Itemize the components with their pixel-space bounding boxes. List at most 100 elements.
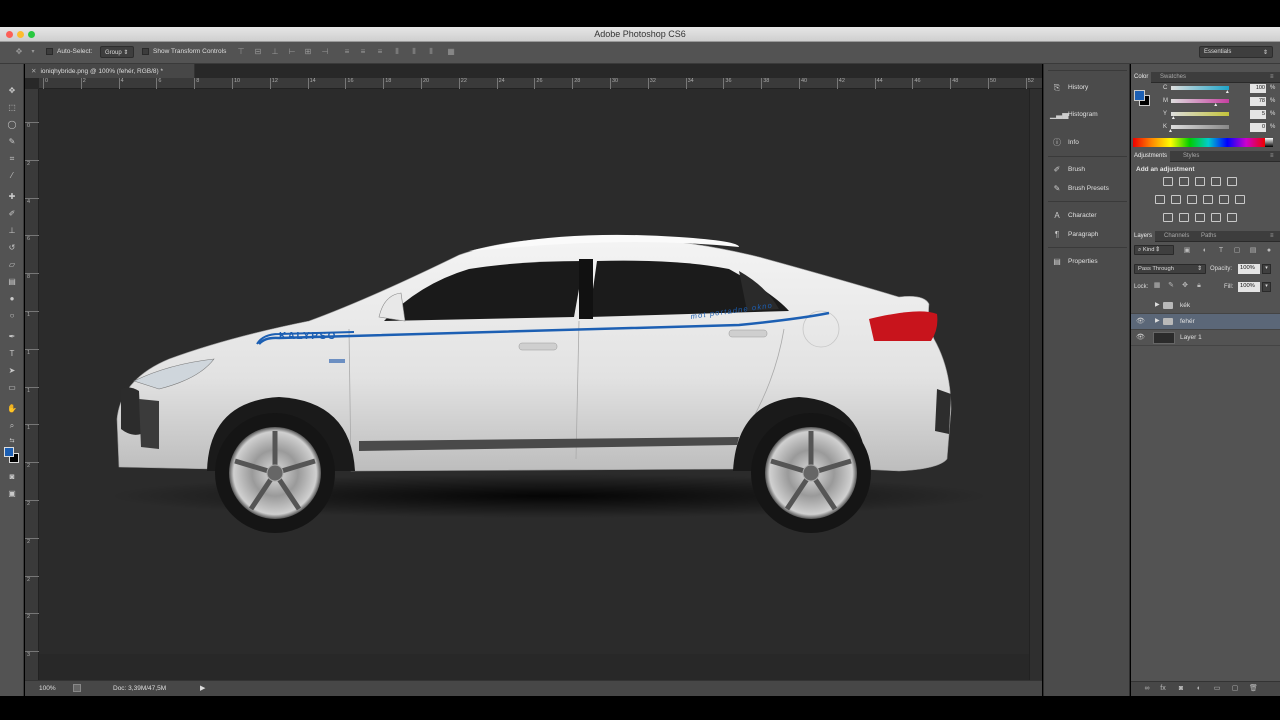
close-document-icon[interactable]: ✕ bbox=[31, 68, 36, 75]
auto-select-checkbox[interactable] bbox=[46, 48, 53, 55]
layer-style-icon[interactable]: fx bbox=[1159, 685, 1167, 693]
slider-track[interactable] bbox=[1171, 125, 1229, 129]
slider-value[interactable]: 5 bbox=[1250, 110, 1266, 119]
threshold-icon[interactable] bbox=[1195, 213, 1205, 222]
cmyk-slider-row[interactable]: M ▲ 78% bbox=[1163, 97, 1278, 108]
align-left-icon[interactable]: ⊢ bbox=[287, 47, 297, 57]
black-white-ramp[interactable] bbox=[1265, 138, 1273, 147]
slider-track[interactable] bbox=[1171, 86, 1229, 90]
filter-shape-icon[interactable]: ▢ bbox=[1233, 247, 1241, 255]
vibrance-icon[interactable] bbox=[1227, 177, 1237, 186]
color-lookup-icon[interactable] bbox=[1235, 195, 1245, 204]
tab-swatches[interactable]: Swatches bbox=[1160, 74, 1186, 80]
color-balance-icon[interactable] bbox=[1171, 195, 1181, 204]
cmyk-slider-row[interactable]: Y ▲ 5% bbox=[1163, 110, 1278, 121]
tab-color[interactable]: Color bbox=[1131, 72, 1152, 83]
new-layer-icon[interactable]: ▢ bbox=[1231, 685, 1239, 693]
lock-image-icon[interactable]: ✎ bbox=[1167, 282, 1175, 290]
tab-adjustments[interactable]: Adjustments bbox=[1131, 151, 1171, 162]
lock-position-icon[interactable]: ✥ bbox=[1181, 282, 1189, 290]
slider-track[interactable] bbox=[1171, 99, 1229, 103]
link-layers-icon[interactable]: ∞ bbox=[1143, 685, 1151, 693]
tool-preset-chevron-icon[interactable]: ▾ bbox=[28, 47, 38, 57]
slider-handle[interactable]: ▲ bbox=[1225, 89, 1230, 95]
lasso-tool-icon[interactable]: ◯ bbox=[4, 118, 20, 132]
tab-styles[interactable]: Styles bbox=[1183, 153, 1199, 159]
panel-menu-icon[interactable]: ≡ bbox=[1270, 233, 1274, 239]
exposure-icon[interactable] bbox=[1211, 177, 1221, 186]
align-vcenter-icon[interactable]: ⊟ bbox=[253, 47, 263, 57]
layer-group-row[interactable]: ▶ kék bbox=[1131, 298, 1280, 314]
tab-channels[interactable]: Channels bbox=[1164, 233, 1189, 239]
layer-filter-dropdown[interactable]: ⌕ Kind ⇕ bbox=[1134, 245, 1174, 255]
distribute-top-icon[interactable]: ≡ bbox=[342, 47, 352, 57]
brightness-contrast-icon[interactable] bbox=[1163, 177, 1173, 186]
dock-history[interactable]: ⎘ History bbox=[1050, 81, 1126, 95]
filter-pixel-icon[interactable]: ▣ bbox=[1183, 247, 1191, 255]
dock-brush[interactable]: ✐ Brush bbox=[1050, 163, 1126, 177]
fill-slider-toggle[interactable]: ▾ bbox=[1262, 282, 1271, 292]
distribute-right-icon[interactable]: ⦀ bbox=[426, 47, 436, 57]
panel-menu-icon[interactable]: ≡ bbox=[1270, 153, 1274, 159]
dock-character[interactable]: A Character bbox=[1050, 209, 1126, 223]
path-selection-tool-icon[interactable]: ➤ bbox=[4, 364, 20, 378]
slider-track[interactable] bbox=[1171, 112, 1229, 116]
screen-mode-icon[interactable]: ▣ bbox=[4, 487, 20, 501]
distribute-hcenter-icon[interactable]: ⦀ bbox=[409, 47, 419, 57]
lock-all-icon[interactable]: 🔒︎ bbox=[1195, 282, 1203, 290]
new-group-icon[interactable]: ▭ bbox=[1213, 685, 1221, 693]
color-panel-foreground-swatch[interactable] bbox=[1134, 90, 1145, 101]
vertical-ruler[interactable]: 0246811112222233 bbox=[25, 89, 39, 696]
document-status-icon[interactable] bbox=[73, 684, 81, 692]
align-bottom-icon[interactable]: ⊥ bbox=[270, 47, 280, 57]
layer-row[interactable]: 👁︎ Layer 1 bbox=[1131, 330, 1280, 346]
visibility-eye-icon[interactable]: 👁︎ bbox=[1136, 334, 1145, 341]
status-menu-arrow-icon[interactable]: ▶ bbox=[200, 684, 205, 692]
auto-select-dropdown[interactable]: Group ⇕ bbox=[100, 46, 134, 58]
slider-value[interactable]: 0 bbox=[1250, 123, 1266, 132]
posterize-icon[interactable] bbox=[1179, 213, 1189, 222]
hand-tool-icon[interactable]: ✋ bbox=[4, 402, 20, 416]
visibility-eye-icon[interactable]: 👁︎ bbox=[1136, 318, 1145, 325]
dock-info[interactable]: ⓘ Info bbox=[1050, 136, 1126, 150]
dock-paragraph[interactable]: ¶ Paragraph bbox=[1050, 228, 1126, 242]
show-transform-controls-checkbox[interactable] bbox=[142, 48, 149, 55]
dodge-tool-icon[interactable]: ○ bbox=[4, 309, 20, 323]
fill-value[interactable]: 100% bbox=[1238, 282, 1260, 292]
add-mask-icon[interactable]: ◙ bbox=[1177, 685, 1185, 693]
filter-type-icon[interactable]: T bbox=[1217, 247, 1225, 255]
foreground-color-swatch[interactable] bbox=[4, 447, 14, 457]
type-tool-icon[interactable]: T bbox=[4, 347, 20, 361]
layer-group-row[interactable]: 👁︎ ▶ fehér bbox=[1131, 314, 1280, 330]
history-brush-tool-icon[interactable]: ↺ bbox=[4, 241, 20, 255]
eyedropper-tool-icon[interactable]: ⁄ bbox=[4, 169, 20, 183]
expand-triangle-icon[interactable]: ▶ bbox=[1155, 317, 1160, 324]
brush-tool-icon[interactable]: ✐ bbox=[4, 207, 20, 221]
photo-filter-icon[interactable] bbox=[1203, 195, 1213, 204]
channel-mixer-icon[interactable] bbox=[1219, 195, 1229, 204]
horizontal-ruler[interactable]: 0 2 4 6 8 10 12 14 16 18 20 22 24 26 28 30 32 34 36 38 40 42 4… bbox=[39, 78, 1042, 89]
opacity-value[interactable]: 100% bbox=[1238, 264, 1260, 274]
distribute-bottom-icon[interactable]: ≡ bbox=[375, 47, 385, 57]
slider-value[interactable]: 78 bbox=[1250, 97, 1266, 106]
tab-paths[interactable]: Paths bbox=[1201, 233, 1216, 239]
curves-icon[interactable] bbox=[1195, 177, 1205, 186]
slider-handle[interactable]: ▲ bbox=[1213, 102, 1218, 108]
opacity-slider-toggle[interactable]: ▾ bbox=[1262, 264, 1271, 274]
zoom-level[interactable]: 100% bbox=[39, 685, 56, 692]
vertical-scrollbar[interactable] bbox=[1029, 89, 1042, 682]
new-adjustment-layer-icon[interactable]: ◐ bbox=[1195, 685, 1203, 693]
blur-tool-icon[interactable]: ● bbox=[4, 292, 20, 306]
lock-transparent-icon[interactable]: ▦ bbox=[1153, 282, 1161, 290]
move-tool-icon[interactable]: ✥ bbox=[14, 47, 24, 57]
filter-toggle-icon[interactable]: ● bbox=[1265, 247, 1273, 255]
cmyk-slider-row[interactable]: K ▲ 0% bbox=[1163, 123, 1278, 134]
color-spectrum-bar[interactable] bbox=[1133, 138, 1265, 147]
clone-stamp-tool-icon[interactable]: ⊥ bbox=[4, 224, 20, 238]
document-tab[interactable]: ✕ ioniqhybride.png @ 100% (fehér, RGB/8) … bbox=[25, 64, 195, 78]
slider-value[interactable]: 100 bbox=[1250, 84, 1266, 93]
expand-triangle-icon[interactable]: ▶ bbox=[1155, 301, 1160, 308]
shape-tool-icon[interactable]: ▭ bbox=[4, 381, 20, 395]
align-hcenter-icon[interactable]: ⊞ bbox=[303, 47, 313, 57]
workspace-switcher[interactable]: Essentials ⇕ bbox=[1199, 46, 1273, 58]
